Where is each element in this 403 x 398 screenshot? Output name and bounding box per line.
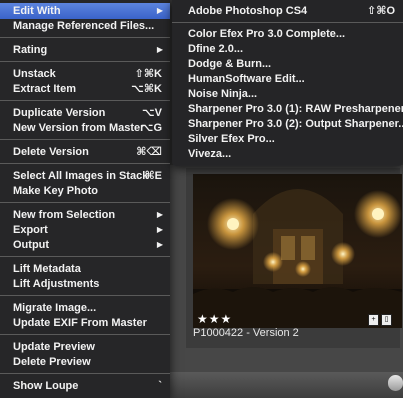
menu-item-shortcut: ⌥⌘K bbox=[131, 83, 162, 95]
menu-item-output[interactable]: Output ▶ bbox=[0, 237, 170, 253]
menu-item-manage-referenced-files[interactable]: Manage Referenced Files... bbox=[0, 18, 170, 34]
submenu-item-viveza[interactable]: Viveza... bbox=[172, 146, 403, 162]
menu-item-label: Noise Ninja... bbox=[188, 88, 258, 100]
menu-item-lift-metadata[interactable]: Lift Metadata bbox=[0, 261, 170, 277]
menu-item-export[interactable]: Export ▶ bbox=[0, 222, 170, 238]
menu-item-make-key-photo[interactable]: Make Key Photo bbox=[0, 183, 170, 199]
submenu-item-silver-efex-pro[interactable]: Silver Efex Pro... bbox=[172, 131, 403, 147]
menu-item-label: Color Efex Pro 3.0 Complete... bbox=[188, 28, 346, 40]
menu-item-select-all-images-in-stack[interactable]: Select All Images in Stack ⌘E bbox=[0, 168, 170, 184]
menu-item-label: Lift Adjustments bbox=[13, 278, 100, 290]
menu-separator bbox=[0, 256, 170, 257]
menu-separator bbox=[0, 202, 170, 203]
menu-item-update-exif-from-master[interactable]: Update EXIF From Master bbox=[0, 315, 170, 331]
menu-item-new-from-selection[interactable]: New from Selection ▶ bbox=[0, 207, 170, 223]
menu-item-migrate-image[interactable]: Migrate Image... bbox=[0, 300, 170, 316]
menu-item-label: Migrate Image... bbox=[13, 302, 97, 314]
menu-separator bbox=[0, 37, 170, 38]
menu-item-label: New Version from Master bbox=[13, 122, 145, 134]
menu-item-label: Select All Images in Stack bbox=[13, 170, 149, 182]
submenu-arrow-icon: ▶ bbox=[156, 45, 163, 54]
submenu-item-sharpener-raw[interactable]: Sharpener Pro 3.0 (1): RAW Presharpener.… bbox=[172, 101, 403, 117]
menu-item-label: Viveza... bbox=[188, 148, 232, 160]
menu-item-label: Silver Efex Pro... bbox=[188, 133, 275, 145]
context-menu: Edit With ▶ Manage Referenced Files... R… bbox=[0, 0, 170, 398]
menu-item-shortcut: ⌥G bbox=[140, 122, 162, 134]
menu-item-label: Export bbox=[13, 224, 48, 236]
menu-separator bbox=[0, 139, 170, 140]
thumbnail-overlay: ★★★ + ▯ bbox=[193, 312, 402, 328]
menu-separator bbox=[172, 22, 403, 23]
submenu-item-humansoftware-edit[interactable]: HumanSoftware Edit... bbox=[172, 71, 403, 87]
menu-item-label: Extract Item bbox=[13, 83, 76, 95]
menu-item-label: Output bbox=[13, 239, 50, 251]
zoom-slider-knob[interactable] bbox=[388, 375, 403, 391]
menu-item-label: Manage Referenced Files... bbox=[13, 20, 155, 32]
menu-item-label: Edit With bbox=[13, 5, 61, 17]
menu-item-extract-item[interactable]: Extract Item ⌥⌘K bbox=[0, 81, 170, 97]
church-interior-photo[interactable] bbox=[193, 174, 402, 328]
submenu-item-dodge-burn[interactable]: Dodge & Burn... bbox=[172, 56, 403, 72]
edit-with-submenu: Adobe Photoshop CS4 ⇧⌘O Color Efex Pro 3… bbox=[172, 0, 403, 166]
menu-separator bbox=[0, 373, 170, 374]
menu-item-shortcut: ⇧⌘K bbox=[134, 68, 162, 80]
menu-item-delete-preview[interactable]: Delete Preview bbox=[0, 354, 170, 370]
menu-item-shortcut: ` bbox=[158, 380, 162, 392]
menu-item-edit-with[interactable]: Edit With ▶ bbox=[0, 3, 170, 19]
menu-separator bbox=[0, 61, 170, 62]
menu-item-label: Update EXIF From Master bbox=[13, 317, 147, 329]
submenu-arrow-icon: ▶ bbox=[156, 225, 163, 234]
submenu-arrow-icon: ▶ bbox=[156, 210, 163, 219]
adjustments-badge-icon: + bbox=[368, 314, 379, 326]
menu-item-label: Show Loupe bbox=[13, 380, 79, 392]
menu-item-label: Dfine 2.0... bbox=[188, 43, 244, 55]
menu-item-label: Delete Version bbox=[13, 146, 89, 158]
submenu-item-adobe-photoshop[interactable]: Adobe Photoshop CS4 ⇧⌘O bbox=[172, 3, 403, 19]
submenu-item-noise-ninja[interactable]: Noise Ninja... bbox=[172, 86, 403, 102]
menu-item-shortcut: ⌥V bbox=[141, 107, 162, 119]
menu-item-label: HumanSoftware Edit... bbox=[188, 73, 305, 85]
menu-item-label: Sharpener Pro 3.0 (2): Output Sharpener.… bbox=[188, 118, 403, 130]
menu-item-shortcut: ⇧⌘O bbox=[367, 5, 395, 17]
menu-item-lift-adjustments[interactable]: Lift Adjustments bbox=[0, 276, 170, 292]
submenu-item-dfine[interactable]: Dfine 2.0... bbox=[172, 41, 403, 57]
menu-item-unstack[interactable]: Unstack ⇧⌘K bbox=[0, 66, 170, 82]
menu-item-label: Rating bbox=[13, 44, 48, 56]
submenu-item-sharpener-output[interactable]: Sharpener Pro 3.0 (2): Output Sharpener.… bbox=[172, 116, 403, 132]
submenu-arrow-icon: ▶ bbox=[156, 6, 163, 15]
menu-item-label: Sharpener Pro 3.0 (1): RAW Presharpener.… bbox=[188, 103, 403, 115]
menu-separator bbox=[0, 334, 170, 335]
menu-item-shortcut: ⌘E bbox=[144, 170, 162, 182]
rating-stars[interactable]: ★★★ bbox=[197, 312, 232, 326]
menu-item-label: Delete Preview bbox=[13, 356, 91, 368]
menu-item-duplicate-version[interactable]: Duplicate Version ⌥V bbox=[0, 105, 170, 121]
menu-item-label: New from Selection bbox=[13, 209, 116, 221]
menu-item-label: Unstack bbox=[13, 68, 56, 80]
menu-separator bbox=[0, 100, 170, 101]
menu-item-label: Dodge & Burn... bbox=[188, 58, 272, 70]
menu-item-label: Update Preview bbox=[13, 341, 95, 353]
menu-item-delete-version[interactable]: Delete Version ⌘⌫ bbox=[0, 144, 170, 160]
submenu-arrow-icon: ▶ bbox=[156, 240, 163, 249]
menu-item-rating[interactable]: Rating ▶ bbox=[0, 42, 170, 58]
submenu-item-color-efex-pro[interactable]: Color Efex Pro 3.0 Complete... bbox=[172, 26, 403, 42]
menu-item-label: Adobe Photoshop CS4 bbox=[188, 5, 308, 17]
thumbnail-caption: P1000422 - Version 2 bbox=[193, 327, 299, 339]
menu-item-show-loupe[interactable]: Show Loupe ` bbox=[0, 378, 170, 394]
menu-item-shortcut: ⌘⌫ bbox=[136, 146, 162, 158]
menu-separator bbox=[0, 295, 170, 296]
menu-item-new-version-from-master[interactable]: New Version from Master ⌥G bbox=[0, 120, 170, 136]
menu-item-update-preview[interactable]: Update Preview bbox=[0, 339, 170, 355]
menu-item-label: Duplicate Version bbox=[13, 107, 106, 119]
menu-item-label: Lift Metadata bbox=[13, 263, 81, 275]
menu-separator bbox=[0, 163, 170, 164]
menu-item-label: Make Key Photo bbox=[13, 185, 98, 197]
referenced-file-badge-icon: ▯ bbox=[381, 314, 392, 326]
badge-icons: + ▯ bbox=[368, 314, 392, 326]
bottom-toolbar bbox=[170, 372, 403, 398]
